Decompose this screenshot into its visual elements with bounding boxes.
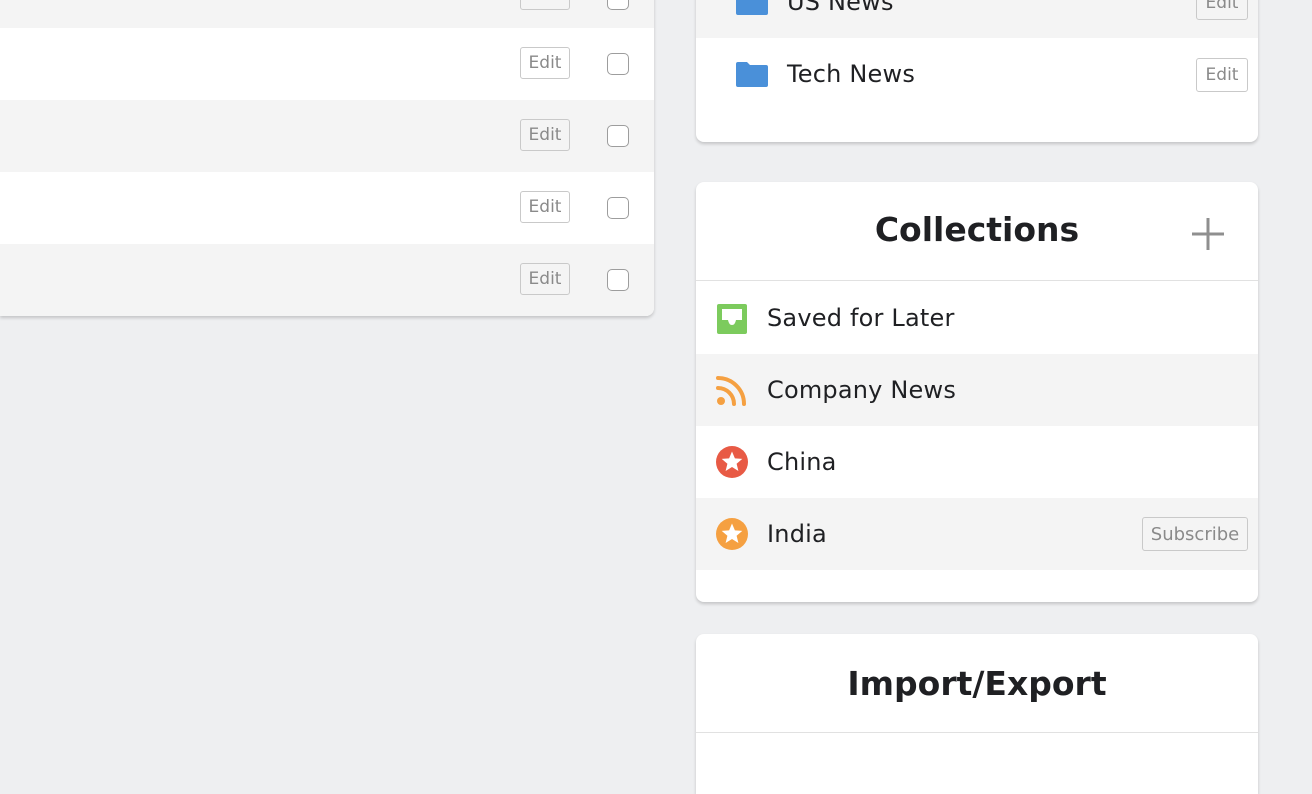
folders-card: US News Edit Tech News Edit bbox=[696, 0, 1258, 142]
divider bbox=[696, 280, 1258, 281]
edit-button[interactable]: Edit bbox=[520, 0, 570, 10]
feed-row: Edit bbox=[0, 28, 654, 100]
feed-checkbox[interactable] bbox=[607, 0, 629, 10]
collections-card: Collections Saved for Later Company News… bbox=[696, 182, 1258, 602]
edit-button[interactable]: Edit bbox=[1196, 0, 1248, 20]
folder-icon bbox=[736, 0, 768, 15]
collection-item-china[interactable]: China bbox=[696, 426, 1258, 498]
add-collection-button[interactable] bbox=[1190, 216, 1226, 252]
folder-label: US News bbox=[787, 0, 894, 16]
feed-checkbox[interactable] bbox=[607, 53, 629, 75]
plus-icon bbox=[1192, 218, 1224, 250]
feed-checkbox[interactable] bbox=[607, 197, 629, 219]
edit-button[interactable]: Edit bbox=[520, 119, 570, 151]
import-export-card: Import/Export bbox=[696, 634, 1258, 794]
folder-row-us-news[interactable]: US News Edit bbox=[696, 0, 1258, 38]
collection-item-company-news[interactable]: Company News bbox=[696, 354, 1258, 426]
collection-item-saved-for-later[interactable]: Saved for Later bbox=[696, 282, 1258, 354]
inbox-icon bbox=[717, 304, 747, 334]
collection-item-india[interactable]: India Subscribe bbox=[696, 498, 1258, 570]
collection-label: Company News bbox=[767, 376, 957, 404]
edit-button[interactable]: Edit bbox=[1196, 58, 1248, 92]
feed-checkbox[interactable] bbox=[607, 125, 629, 147]
import-export-title: Import/Export bbox=[847, 664, 1107, 703]
collections-title: Collections bbox=[874, 210, 1080, 249]
folder-icon bbox=[736, 62, 768, 87]
edit-button[interactable]: Edit bbox=[520, 47, 570, 79]
divider bbox=[696, 732, 1258, 733]
collection-label: China bbox=[767, 448, 837, 476]
subscribe-button[interactable]: Subscribe bbox=[1142, 517, 1248, 551]
rss-icon bbox=[716, 376, 746, 406]
feed-row: Edit bbox=[0, 100, 654, 172]
star-badge-icon bbox=[716, 518, 748, 550]
collection-label: Saved for Later bbox=[767, 304, 955, 332]
feed-row: Edit bbox=[0, 244, 654, 316]
feeds-list-card: Edit Edit Edit Edit Edit bbox=[0, 0, 654, 316]
star-badge-icon bbox=[716, 446, 748, 478]
folder-label: Tech News bbox=[787, 60, 916, 88]
feed-row: Edit bbox=[0, 172, 654, 244]
edit-button[interactable]: Edit bbox=[520, 263, 570, 295]
feed-checkbox[interactable] bbox=[607, 269, 629, 291]
folder-row-tech-news[interactable]: Tech News Edit bbox=[696, 38, 1258, 110]
collection-label: India bbox=[767, 520, 827, 548]
edit-button[interactable]: Edit bbox=[520, 191, 570, 223]
